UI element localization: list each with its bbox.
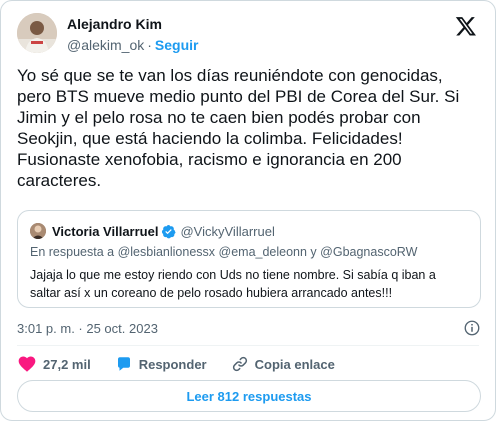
copy-link-button[interactable]: Copia enlace: [231, 355, 335, 373]
author-handle-line: @alekim_ok · Seguir: [67, 37, 199, 53]
like-button[interactable]: 27,2 mil: [17, 354, 91, 374]
quoted-author-handle[interactable]: @VickyVillarruel: [180, 224, 274, 239]
info-icon[interactable]: [463, 319, 481, 337]
read-replies-button[interactable]: Leer 812 respuestas: [17, 380, 481, 412]
tweet-header: Alejandro Kim @alekim_ok · Seguir: [17, 13, 479, 57]
tweet-actions: 27,2 mil Responder Copia enlace: [17, 353, 359, 375]
heart-icon: [18, 356, 36, 372]
reply-icon: [117, 357, 130, 371]
quoted-tweet-header: Victoria Villarruel @VickyVillarruel: [30, 221, 275, 241]
quoted-reply-context: En respuesta a @lesbianlionessx @ema_del…: [30, 245, 417, 259]
quoted-tweet-text: Jajaja lo que me estoy riendo con Uds no…: [30, 268, 436, 300]
divider: [17, 345, 479, 346]
x-logo-icon[interactable]: [455, 15, 477, 37]
tweet-text: Yo sé que se te van los días reuniéndote…: [17, 66, 460, 190]
tweet-timestamp[interactable]: 3:01 p. m. · 25 oct. 2023: [17, 321, 158, 336]
like-count: 27,2 mil: [43, 356, 91, 372]
quoted-tweet[interactable]: Victoria Villarruel @VickyVillarruel En …: [17, 210, 481, 308]
author-name[interactable]: Alejandro Kim: [67, 16, 162, 32]
tweet-card: Alejandro Kim @alekim_ok · Seguir Yo sé qu…: [0, 0, 496, 421]
reply-prefix: En respuesta a: [30, 245, 115, 259]
link-icon: [232, 356, 247, 372]
copy-link-label: Copia enlace: [254, 356, 335, 372]
reply-label: Responder: [138, 356, 207, 372]
author-handle[interactable]: @alekim_ok: [67, 37, 144, 53]
verified-badge-icon: [162, 224, 177, 238]
author-avatar[interactable]: [17, 13, 57, 53]
separator-dot: ·: [147, 37, 152, 53]
reply-button[interactable]: Responder: [115, 355, 207, 373]
follow-button[interactable]: Seguir: [155, 37, 199, 53]
quoted-author-avatar[interactable]: [30, 223, 46, 239]
reply-mentions[interactable]: @lesbianlionessx @ema_deleonn y @Gbagnas…: [118, 245, 418, 259]
quoted-author-name[interactable]: Victoria Villarruel: [52, 224, 158, 239]
